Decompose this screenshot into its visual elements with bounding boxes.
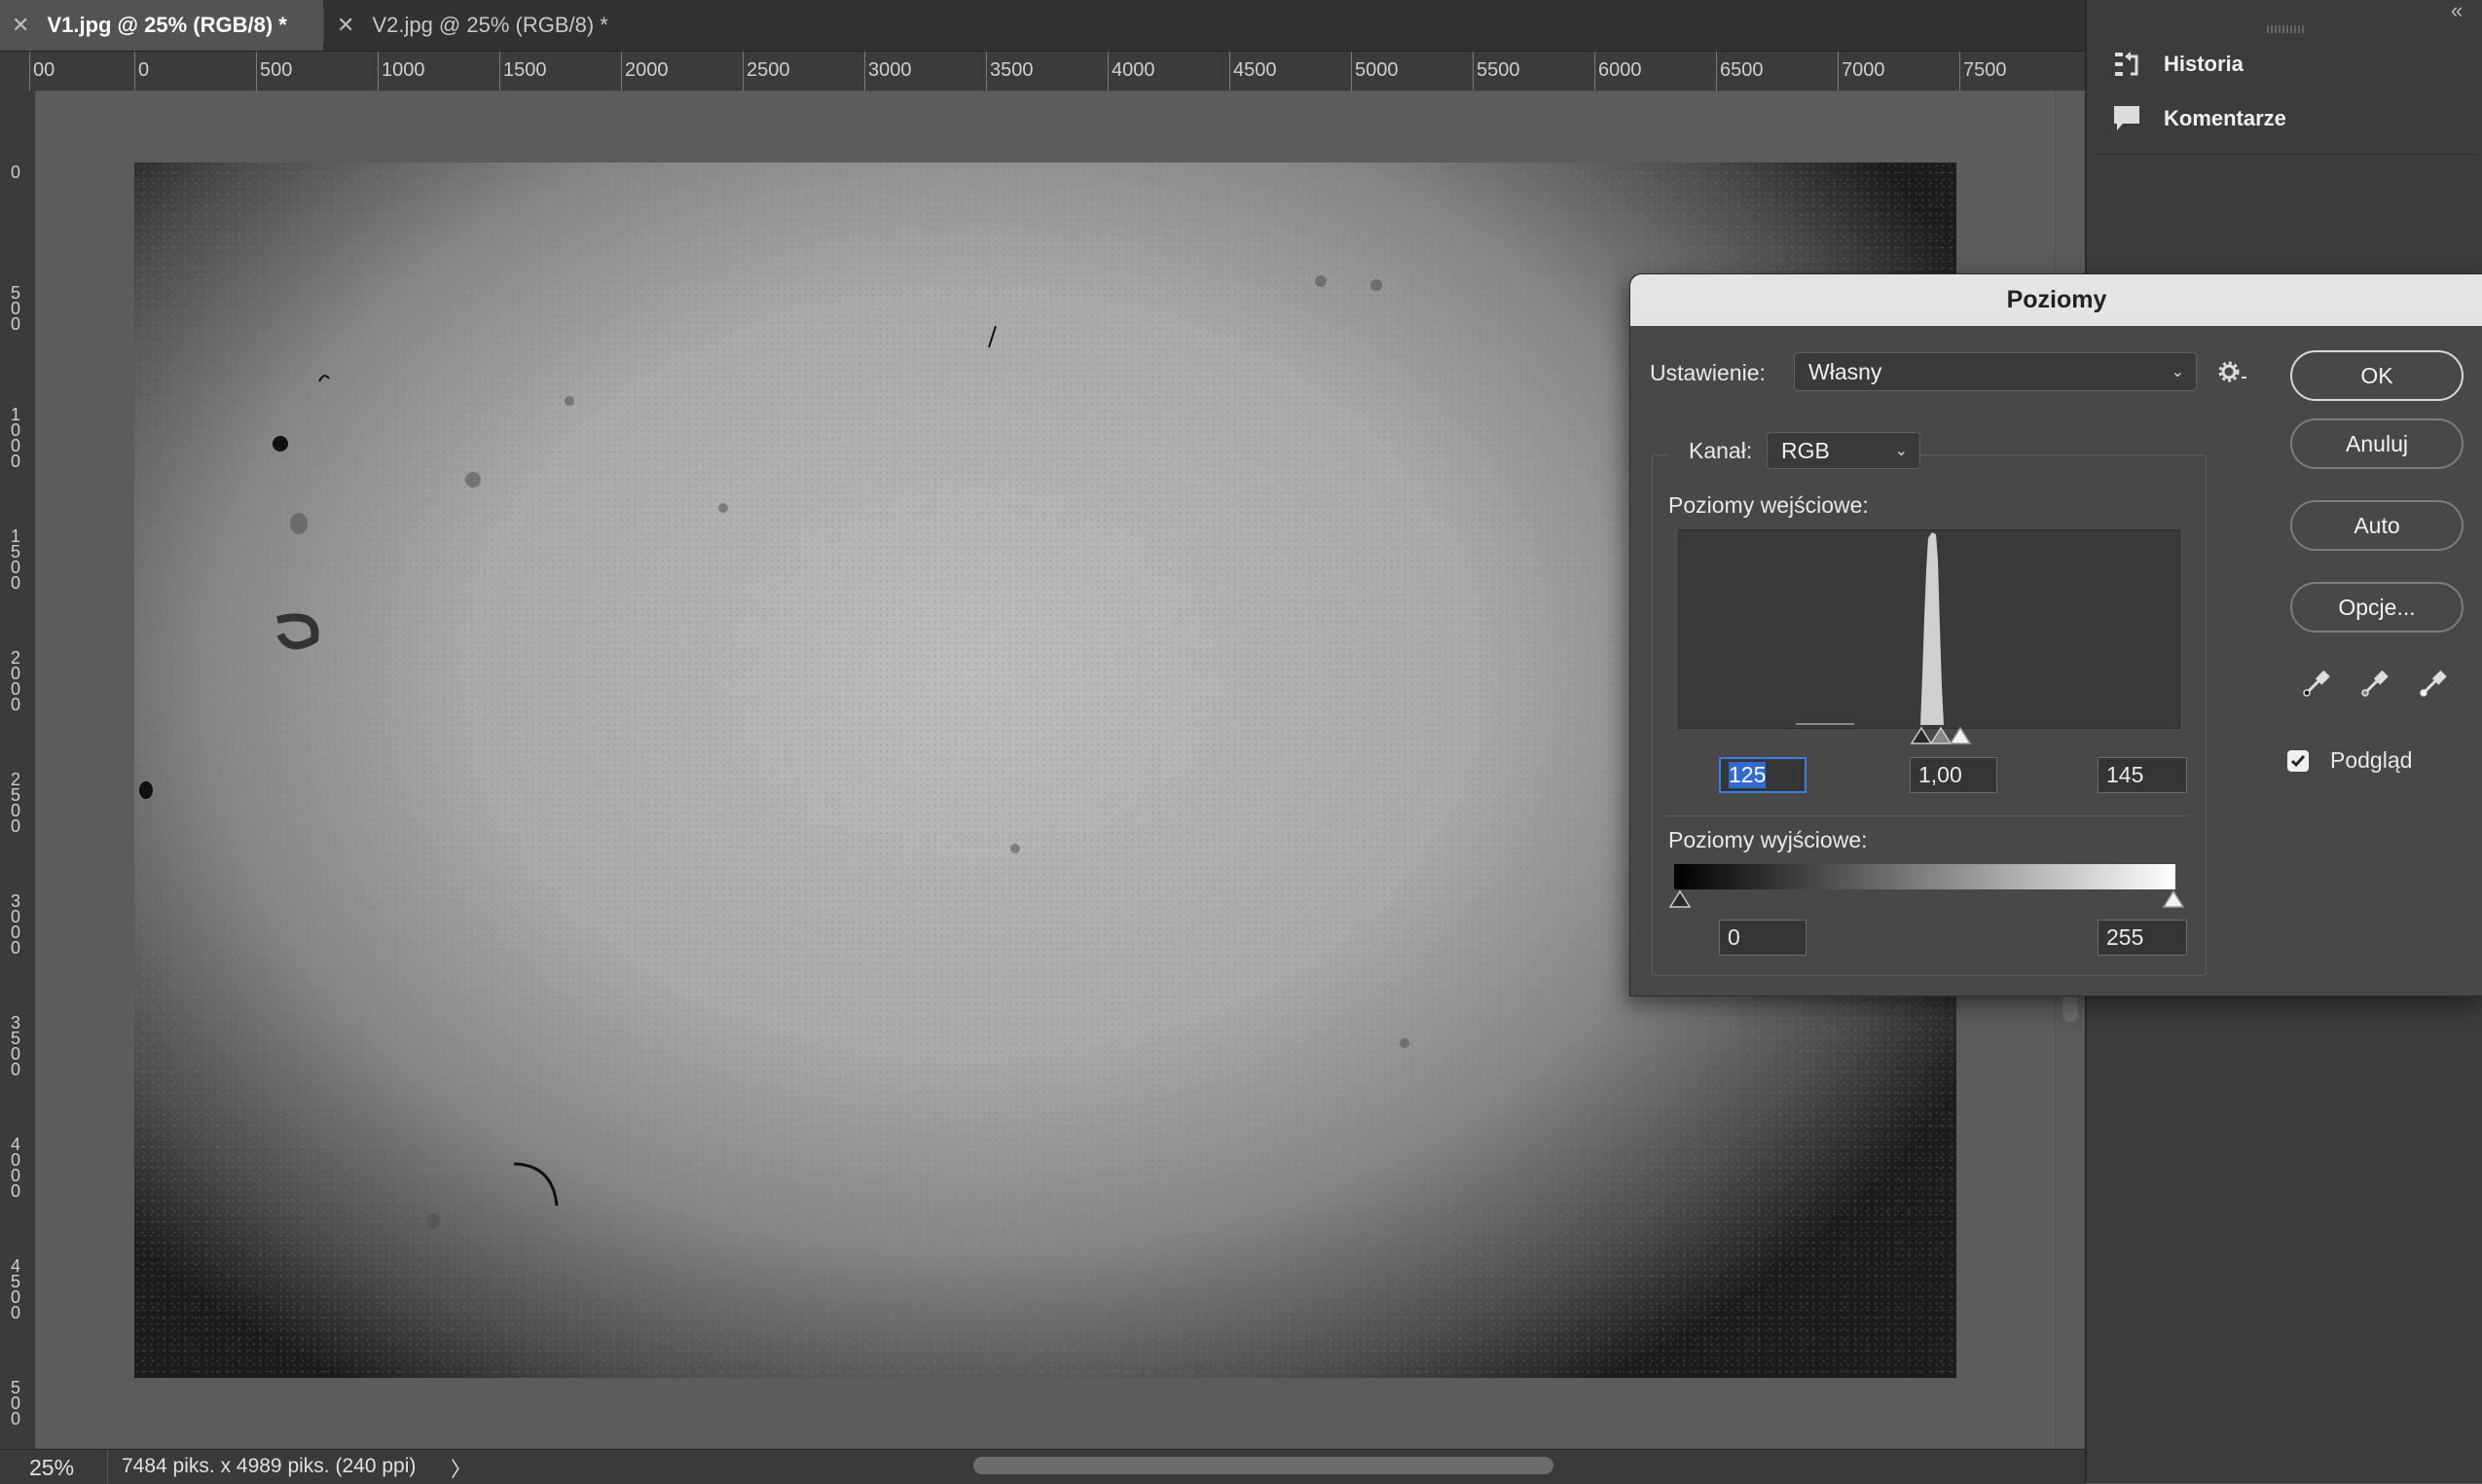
panel-item-label: Historia: [2164, 52, 2244, 76]
vertical-scrollbar[interactable]: [2062, 993, 2078, 1022]
gray-point-eyedropper-icon[interactable]: [2358, 667, 2391, 700]
ruler-label: 6000: [1598, 59, 1642, 81]
ruler-label: 1000: [382, 59, 425, 81]
tab-v1[interactable]: ✕ V1.jpg @ 25% (RGB/8) *: [0, 0, 323, 51]
channel-label: Kanał:: [1689, 438, 1753, 463]
horizontal-scrollbar[interactable]: [973, 1457, 1553, 1474]
chevron-down-icon: ⌄: [2171, 364, 2184, 380]
ruler-label: 4500: [1233, 59, 1277, 81]
collapse-panels-icon[interactable]: «: [2451, 0, 2463, 23]
ruler-label: 00: [33, 59, 55, 81]
input-gamma-slider[interactable]: [1929, 726, 1953, 744]
input-white-field[interactable]: 145: [2098, 757, 2187, 793]
ruler-label: 4000: [1112, 59, 1155, 81]
status-menu-arrow-icon[interactable]: 〉: [451, 1454, 471, 1483]
ruler-label: 500: [260, 59, 293, 81]
preset-label: Ustawienie:: [1650, 360, 1766, 385]
options-button[interactable]: Opcje...: [2290, 582, 2464, 633]
panel-item-label: Komentarze: [2164, 106, 2286, 130]
checkmark-icon: [2290, 755, 2306, 768]
panel-grip[interactable]: [2267, 25, 2306, 33]
history-icon: [2115, 52, 2138, 76]
input-sliders[interactable]: [1909, 724, 1977, 745]
close-tab-icon[interactable]: ✕: [337, 13, 354, 38]
ruler-label: 1500: [503, 59, 547, 81]
tab-label: V1.jpg @ 25% (RGB/8) *: [47, 13, 287, 37]
ruler-label: 5500: [1477, 59, 1520, 81]
vertical-ruler: 0 500 1000 1500 2000 2500 3000 3500 4000…: [0, 90, 36, 1449]
input-black-slider[interactable]: [1910, 726, 1933, 744]
chevron-down-icon: ⌄: [1894, 443, 1908, 459]
ruler-label: 2000: [10, 648, 20, 714]
output-levels-label: Poziomy wyjściowe:: [1668, 827, 1868, 852]
input-levels-label: Poziomy wejściowe:: [1668, 492, 1869, 518]
ruler-label: 6500: [1720, 59, 1764, 81]
ruler-label: 7000: [1842, 59, 1885, 81]
histogram-graph: [1796, 532, 1944, 725]
ruler-label: 3000: [10, 891, 20, 958]
histogram: [1678, 529, 2180, 729]
input-white-value: 145: [2106, 762, 2144, 787]
zoom-level[interactable]: 25%: [29, 1455, 74, 1481]
channel-dropdown[interactable]: RGB ⌄: [1767, 432, 1920, 469]
input-black-field[interactable]: 125: [1719, 757, 1807, 793]
comment-icon: [2114, 106, 2139, 130]
cancel-button[interactable]: Anuluj: [2290, 418, 2464, 469]
close-tab-icon[interactable]: ✕: [12, 13, 29, 38]
ruler-label: 3500: [990, 59, 1034, 81]
ruler-label: 2500: [747, 59, 790, 81]
ruler-label: 3500: [10, 1013, 20, 1079]
ruler-label: 2500: [10, 770, 20, 836]
ruler-label: 500: [10, 283, 20, 334]
ruler-label: 5000: [1355, 59, 1399, 81]
document-info: 7484 piks. x 4989 piks. (240 ppi): [122, 1455, 417, 1477]
ruler-label: 4000: [10, 1135, 20, 1201]
ruler-label: 3000: [868, 59, 912, 81]
ok-button[interactable]: OK: [2290, 350, 2464, 401]
panel-divider: [2095, 154, 2476, 155]
status-divider: [107, 1450, 108, 1483]
input-gamma-value: 1,00: [1918, 762, 1962, 787]
auto-button[interactable]: Auto: [2290, 500, 2464, 551]
black-point-eyedropper-icon[interactable]: [2300, 667, 2333, 700]
input-gamma-field[interactable]: 1,00: [1910, 757, 1997, 793]
tab-v2[interactable]: ✕ V2.jpg @ 25% (RGB/8) *: [325, 0, 646, 51]
input-black-value: 125: [1729, 762, 1767, 788]
tab-divider: [323, 8, 324, 43]
section-divider: [1665, 815, 2189, 816]
ruler-label: 1000: [10, 405, 20, 471]
output-black-field[interactable]: 0: [1719, 920, 1807, 956]
ruler-label: 4500: [10, 1256, 20, 1322]
output-white-value: 255: [2106, 924, 2144, 950]
ruler-label: 2000: [625, 59, 669, 81]
preset-options-gear-icon[interactable]: [2218, 359, 2249, 384]
ruler-label: 0: [10, 163, 20, 182]
preview-label: Podgląd: [2330, 747, 2413, 773]
output-black-value: 0: [1728, 924, 1740, 950]
ruler-label: 7500: [1963, 59, 2007, 81]
preset-dropdown[interactable]: Własny ⌄: [1794, 352, 2197, 391]
horizontal-ruler: 00 0 500 1000 1500 2000 2500 3000 3500 4…: [0, 52, 2085, 91]
ruler-label: 0: [138, 59, 150, 81]
output-gradient-bar: [1674, 864, 2175, 889]
document-tab-bar: ✕ V1.jpg @ 25% (RGB/8) * ✕ V2.jpg @ 25% …: [0, 0, 2085, 52]
tab-label: V2.jpg @ 25% (RGB/8) *: [372, 13, 608, 37]
input-white-slider[interactable]: [1949, 726, 1972, 744]
preview-checkbox[interactable]: [2287, 750, 2309, 772]
ruler-label: 500: [10, 1378, 20, 1429]
panel-item-comments[interactable]: Komentarze: [2111, 103, 2286, 134]
output-black-slider[interactable]: [1667, 887, 1693, 909]
dialog-title[interactable]: Poziomy: [1630, 274, 2482, 326]
preset-value: Własny: [1808, 358, 1882, 384]
levels-dialog: Poziomy Ustawienie: Własny ⌄ Kanał: RGB …: [1629, 273, 2482, 996]
output-white-slider[interactable]: [2161, 887, 2186, 909]
white-point-eyedropper-icon[interactable]: [2417, 667, 2450, 700]
ruler-label: 1500: [10, 526, 20, 593]
channel-value: RGB: [1781, 437, 1830, 463]
output-white-field[interactable]: 255: [2098, 920, 2187, 956]
panel-item-history[interactable]: Historia: [2111, 49, 2244, 80]
